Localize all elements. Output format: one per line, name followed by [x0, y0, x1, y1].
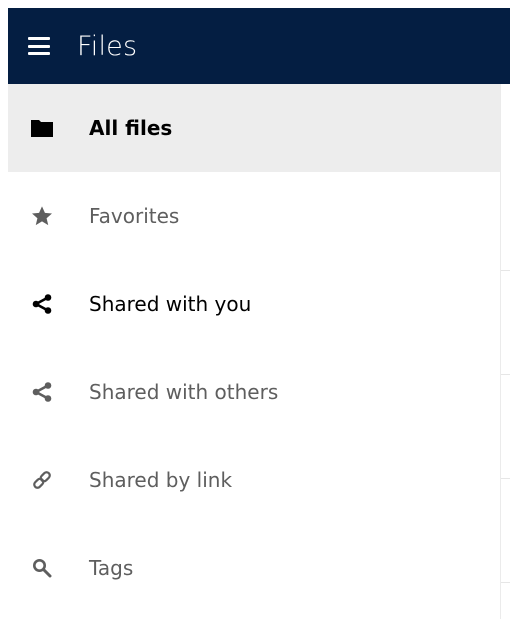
sidebar-item-label: Tags	[89, 556, 134, 580]
navigation-sidebar: All files Favorites Shared with you Shar…	[8, 84, 500, 619]
share-icon	[31, 293, 53, 315]
files-app: Files All files Favorites Shared with yo…	[0, 0, 510, 619]
link-icon	[31, 469, 53, 491]
sidebar-item-label: Shared with you	[89, 292, 252, 316]
star-icon	[31, 205, 53, 227]
search-icon	[31, 557, 53, 579]
content-row-divider	[501, 374, 510, 375]
sidebar-item-label: Shared with others	[89, 380, 279, 404]
content-row-divider	[501, 582, 510, 583]
sidebar-divider	[500, 84, 501, 619]
hamburger-menu-icon[interactable]	[28, 37, 50, 55]
sidebar-item-label: Favorites	[89, 204, 180, 228]
sidebar-item-shared-with-you[interactable]: Shared with you	[8, 260, 500, 348]
sidebar-item-shared-by-link[interactable]: Shared by link	[8, 436, 500, 524]
sidebar-item-tags[interactable]: Tags	[8, 524, 500, 612]
app-title: Files	[77, 30, 138, 62]
top-bar: Files	[8, 8, 510, 84]
sidebar-item-all-files[interactable]: All files	[8, 84, 500, 172]
folder-icon	[31, 117, 53, 139]
share-icon	[31, 381, 53, 403]
content-row-divider	[501, 478, 510, 479]
sidebar-item-shared-with-others[interactable]: Shared with others	[8, 348, 500, 436]
sidebar-item-label: All files	[89, 116, 173, 140]
sidebar-item-favorites[interactable]: Favorites	[8, 172, 500, 260]
sidebar-item-label: Shared by link	[89, 468, 233, 492]
content-row-divider	[501, 270, 510, 271]
